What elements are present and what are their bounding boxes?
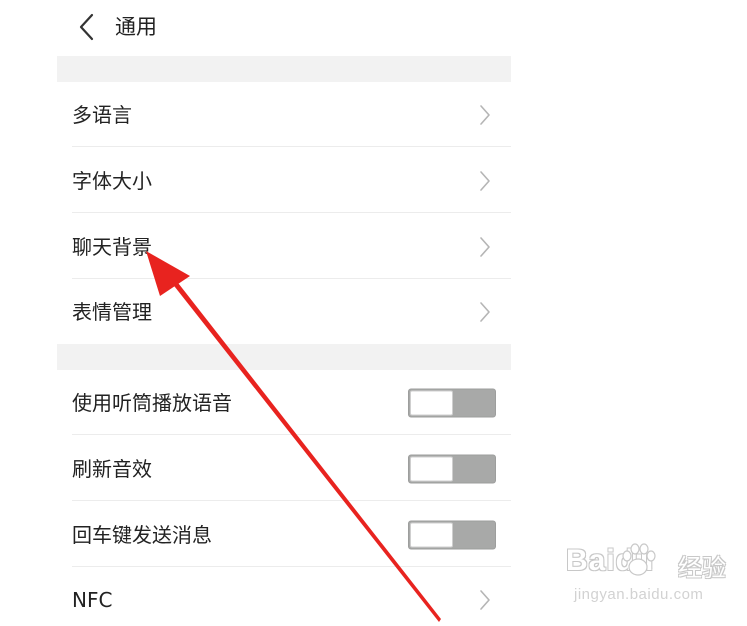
toggle-knob — [410, 456, 453, 481]
chevron-right-icon — [479, 301, 491, 323]
watermark-suffix: 经验 — [678, 554, 726, 582]
list-item-earpiece-playback: 使用听筒播放语音 — [57, 370, 511, 435]
list-item-chat-background[interactable]: 聊天背景 — [57, 214, 511, 279]
page-title: 通用 — [115, 15, 157, 39]
list-item-font-size[interactable]: 字体大小 — [57, 148, 511, 213]
list-item-label: 刷新音效 — [72, 456, 152, 481]
toggle-knob — [410, 522, 453, 547]
chevron-right-icon — [479, 170, 491, 192]
divider — [72, 434, 511, 435]
list-item-refresh-sound: 刷新音效 — [57, 436, 511, 501]
list-item-label: 使用听筒播放语音 — [72, 390, 232, 415]
divider — [72, 146, 511, 147]
list-item-label: 聊天背景 — [72, 234, 152, 259]
list-item-nfc[interactable]: NFC — [57, 568, 511, 626]
paw-logo-icon — [618, 540, 658, 580]
divider — [72, 566, 511, 567]
screenshot-page: 通用 多语言 字体大小 聊天背景 表情管理 使用听筒播放语音 刷新音效 回车键发… — [0, 0, 747, 626]
list-item-label: 回车键发送消息 — [72, 522, 212, 547]
refresh-sound-toggle[interactable] — [408, 454, 496, 483]
chevron-left-icon — [73, 10, 103, 44]
watermark-url: jingyan.baidu.com — [574, 586, 704, 603]
enter-to-send-toggle[interactable] — [408, 520, 496, 549]
toggle-knob — [410, 390, 453, 415]
section-gap — [57, 56, 511, 82]
back-button[interactable] — [73, 10, 103, 44]
list-item-label: NFC — [72, 588, 113, 612]
divider — [72, 278, 511, 279]
list-item-label: 字体大小 — [72, 168, 152, 193]
list-item-label: 表情管理 — [72, 300, 152, 324]
chevron-right-icon — [479, 236, 491, 258]
header-bar: 通用 — [57, 0, 511, 56]
list-item-sticker-management[interactable]: 表情管理 — [57, 280, 511, 344]
watermark-logo-text: Baidu — [566, 544, 655, 577]
chevron-right-icon — [479, 589, 491, 611]
earpiece-playback-toggle[interactable] — [408, 388, 496, 417]
list-item-label: 多语言 — [72, 102, 132, 127]
section-gap — [57, 344, 511, 370]
divider — [72, 212, 511, 213]
list-item-enter-to-send: 回车键发送消息 — [57, 502, 511, 567]
settings-screen: 通用 多语言 字体大小 聊天背景 表情管理 使用听筒播放语音 刷新音效 回车键发… — [57, 0, 511, 626]
divider — [72, 500, 511, 501]
baidu-jingyan-watermark: Baidu 经验 jingyan.baidu.com — [566, 540, 741, 610]
list-item-languages[interactable]: 多语言 — [57, 82, 511, 147]
chevron-right-icon — [479, 104, 491, 126]
